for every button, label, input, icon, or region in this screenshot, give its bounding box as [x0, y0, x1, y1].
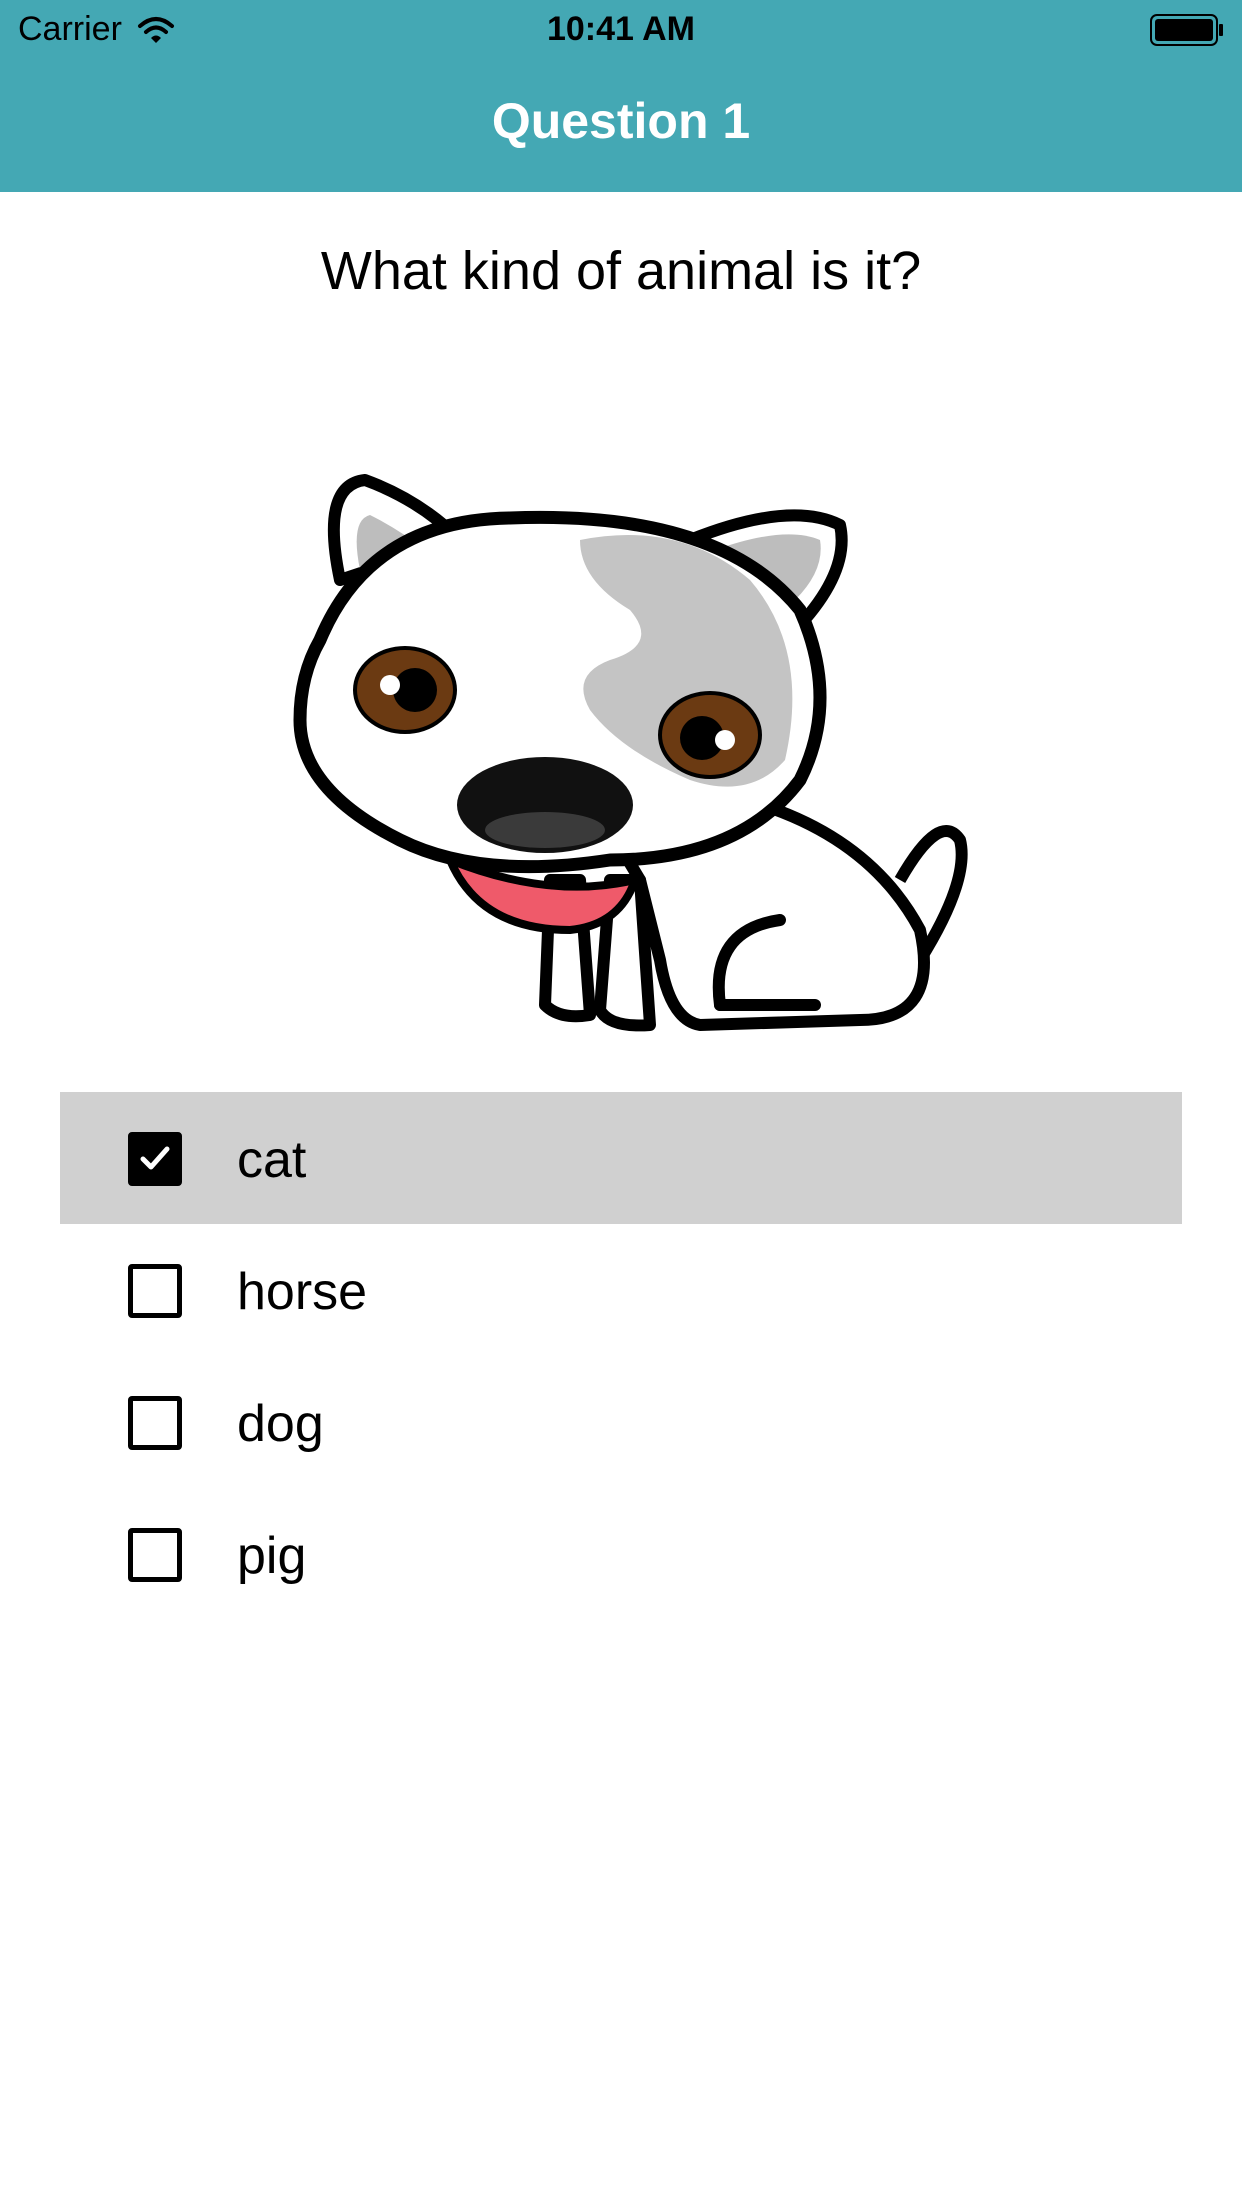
checkbox-icon[interactable]	[128, 1528, 182, 1582]
answer-option-label: horse	[237, 1263, 368, 1321]
puppy-illustration	[293, 474, 968, 1032]
status-bar: Carrier 10:41 AM	[0, 0, 1242, 62]
answer-option-horse[interactable]: horse	[60, 1224, 1182, 1356]
navigation-bar: Carrier 10:41 AM Question 1	[0, 0, 1242, 192]
page-title: Question 1	[491, 93, 751, 149]
answer-options: cat horse dog pig	[60, 1092, 1182, 1620]
question-text: What kind of animal is it?	[320, 241, 922, 301]
checkbox-icon[interactable]	[128, 1396, 182, 1450]
answer-option-label: dog	[237, 1395, 324, 1453]
checkbox-icon[interactable]	[128, 1264, 182, 1318]
answer-option-label: cat	[237, 1131, 307, 1189]
battery-icon	[1150, 14, 1223, 46]
answer-option-cat[interactable]: cat	[60, 1092, 1182, 1224]
answer-option-label: pig	[237, 1527, 307, 1585]
checkbox-checked-icon[interactable]	[128, 1132, 182, 1186]
answer-option-dog[interactable]: dog	[60, 1356, 1182, 1488]
status-time: 10:41 AM	[546, 10, 696, 48]
quiz-screen: Carrier 10:41 AM Question 1 What kind of…	[0, 0, 1242, 2208]
answer-option-pig[interactable]: pig	[60, 1488, 1182, 1620]
checkmark-icon	[140, 1146, 170, 1170]
